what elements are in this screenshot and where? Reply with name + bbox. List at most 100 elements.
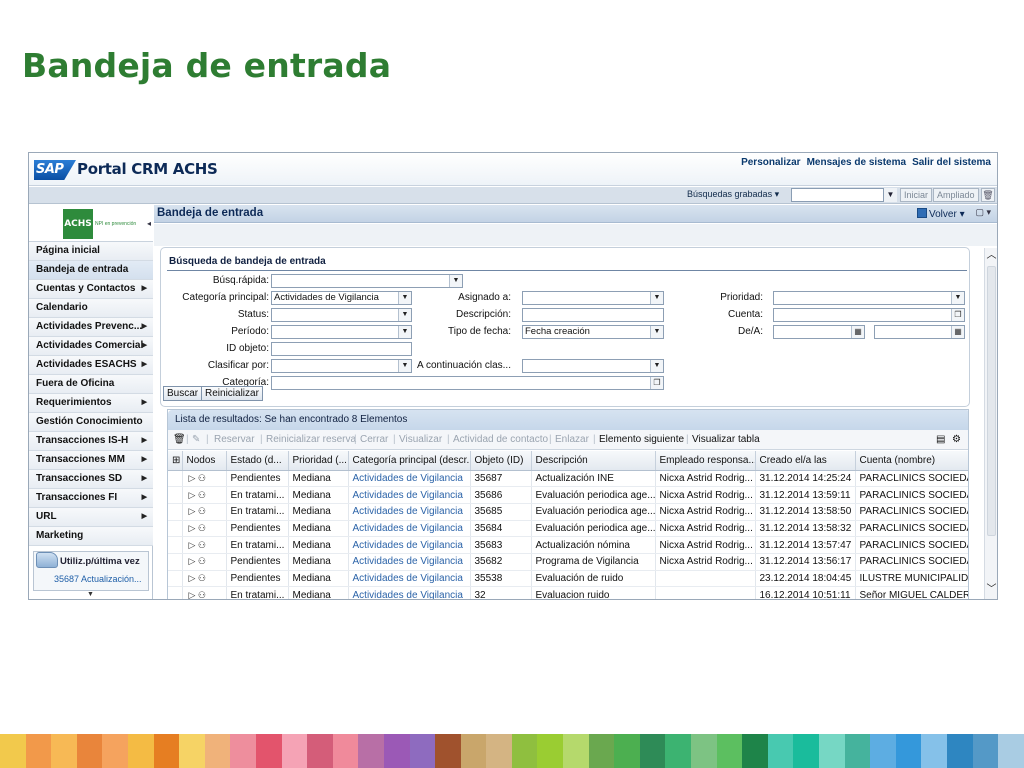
toolbar-action[interactable]: Actividad de contacto [453,434,548,445]
saved-searches-menu[interactable]: Búsquedas grabadas ▾ [687,189,779,200]
personalizar-link[interactable]: Personalizar [741,157,800,168]
main-category-select[interactable]: Actividades de Vigilancia ▼ [271,291,412,305]
priority-select[interactable]: ▼ [773,291,965,305]
object-id-input[interactable] [271,342,412,356]
settings-icon[interactable]: ⚙ [952,434,961,445]
table-row[interactable]: ▷ ⚇ En tratami... Mediana Actividades de Vi… [168,486,968,504]
delete-icon[interactable]: 🗑 [173,434,186,445]
date-type-select[interactable]: Fecha creación ▼ [522,325,664,339]
ampliado-button[interactable]: Ampliado [933,188,979,202]
column-header[interactable]: Prioridad (... [288,451,349,471]
table-row[interactable]: ▷ ⚇ Pendientes Mediana Actividades de Vigil… [168,570,968,588]
row-selector[interactable] [168,486,183,504]
logout-link[interactable]: Salir del sistema [912,157,991,168]
status-select[interactable]: ▼ [271,308,412,322]
date-from-input[interactable]: ▦ [773,325,865,339]
toolbar-action[interactable]: Enlazar [555,434,589,445]
category-link[interactable]: Actividades de Vigilancia [348,486,471,504]
category-link[interactable]: Actividades de Vigilancia [348,503,471,521]
column-header[interactable]: Estado (d... [226,451,289,471]
scroll-down-icon[interactable]: ﹀ [985,583,997,596]
row-selector[interactable] [168,586,183,599]
window-options-icon[interactable]: ▢ ▾ [975,207,991,218]
nav-item[interactable]: Cuentas y Contactos ▶ [29,280,153,299]
category-link[interactable]: Actividades de Vigilancia [348,520,471,538]
assigned-to-select[interactable]: ▼ [522,291,664,305]
nav-item[interactable]: Marketing [29,527,153,546]
table-row[interactable]: ▷ ⚇ En tratami... Mediana Actividades de Vi… [168,586,968,599]
account-input[interactable]: ❐ [773,308,965,322]
category-input[interactable]: ❐ [271,376,664,390]
then-sort-select[interactable]: ▼ [522,359,664,373]
chevron-down-icon[interactable]: ▼ [883,188,897,202]
quick-search-select[interactable]: ▼ [271,274,463,288]
scroll-up-icon[interactable]: ︿ [985,249,997,262]
expand-node-icon[interactable]: ▷ ⚇ [182,586,227,599]
expand-node-icon[interactable]: ▷ ⚇ [182,503,227,521]
export-excel-icon[interactable]: ▤ [936,434,945,445]
row-selector[interactable] [168,520,183,538]
hierarchy-icon[interactable]: ⊞ [168,451,183,471]
category-link[interactable]: Actividades de Vigilancia [348,553,471,571]
row-selector[interactable] [168,503,183,521]
system-messages-link[interactable]: Mensajes de sistema [807,157,907,168]
search-button[interactable]: Buscar [163,386,203,401]
expand-node-icon[interactable]: ▷ ⚇ [182,470,227,488]
volver-button[interactable]: Volver ▾ [917,208,965,220]
table-row[interactable]: ▷ ⚇ Pendientes Mediana Actividades de Vigil… [168,470,968,488]
value-help-icon[interactable]: ❐ [951,309,964,321]
scroll-down-icon[interactable]: ▼ [87,591,94,598]
toolbar-action[interactable]: Visualizar tabla [692,434,760,445]
value-help-icon[interactable]: ❐ [650,377,663,389]
row-selector[interactable] [168,570,183,588]
iniciar-button[interactable]: Iniciar [900,188,933,202]
vertical-scrollbar[interactable]: ︿ ﹀ [984,248,997,599]
saved-search-select[interactable] [791,188,897,202]
row-selector[interactable] [168,553,183,571]
nav-item[interactable]: Transacciones FI ▶ [29,489,153,508]
edit-icon[interactable]: ✎ [192,434,200,445]
category-link[interactable]: Actividades de Vigilancia [348,470,471,488]
expand-node-icon[interactable]: ▷ ⚇ [182,570,227,588]
trash-icon[interactable]: 🗑 [981,188,995,202]
calendar-icon[interactable]: ▦ [851,326,864,338]
column-header[interactable]: Empleado responsa... [655,451,756,471]
nav-item[interactable]: Transacciones SD ▶ [29,470,153,489]
nav-item[interactable]: Página inicial [29,242,153,261]
expand-node-icon[interactable]: ▷ ⚇ [182,520,227,538]
toolbar-action[interactable]: Cerrar [360,434,388,445]
row-selector[interactable] [168,536,183,554]
table-row[interactable]: ▷ ⚇ Pendientes Mediana Actividades de Vigil… [168,553,968,571]
nav-item[interactable]: URL ▶ [29,508,153,527]
period-select[interactable]: ▼ [271,325,412,339]
toolbar-action[interactable]: Reservar [214,434,255,445]
expand-node-icon[interactable]: ▷ ⚇ [182,553,227,571]
table-row[interactable]: ▷ ⚇ Pendientes Mediana Actividades de Vigil… [168,520,968,538]
recent-item-link[interactable]: 35687 Actualización... [54,574,142,584]
description-input[interactable] [522,308,664,322]
expand-node-icon[interactable]: ▷ ⚇ [182,486,227,504]
nav-item[interactable]: Transacciones IS-H ▶ [29,432,153,451]
category-link[interactable]: Actividades de Vigilancia [348,536,471,554]
category-link[interactable]: Actividades de Vigilancia [348,586,471,599]
nav-item[interactable]: Actividades Prevenc... ▶ [29,318,153,337]
table-row[interactable]: ▷ ⚇ En tratami... Mediana Actividades de Vi… [168,503,968,521]
column-header[interactable]: Descripción [531,451,656,471]
row-selector[interactable] [168,470,183,488]
nav-item[interactable]: Requerimientos ▶ [29,394,153,413]
nav-item[interactable]: Gestión Conocimiento [29,413,153,432]
column-header[interactable]: Categoría principal (descr... [348,451,471,471]
nav-item[interactable]: Actividades ESACHS ▶ [29,356,153,375]
nav-item[interactable]: Bandeja de entrada [29,261,153,280]
scrollbar-thumb[interactable] [987,266,996,536]
date-to-input[interactable]: ▦ [874,325,965,339]
expand-node-icon[interactable]: ▷ ⚇ [182,536,227,554]
column-header[interactable]: Creado el/a las [755,451,856,471]
toolbar-action[interactable]: Reinicializar reserva [266,434,356,445]
table-row[interactable]: ▷ ⚇ En tratami... Mediana Actividades de Vi… [168,536,968,554]
collapse-nav-icon[interactable]: ◂ [147,219,151,228]
nav-item[interactable]: Calendario [29,299,153,318]
toolbar-action[interactable]: Visualizar [399,434,442,445]
column-header[interactable]: Objeto (ID) [470,451,532,471]
nav-item[interactable]: Fuera de Oficina [29,375,153,394]
